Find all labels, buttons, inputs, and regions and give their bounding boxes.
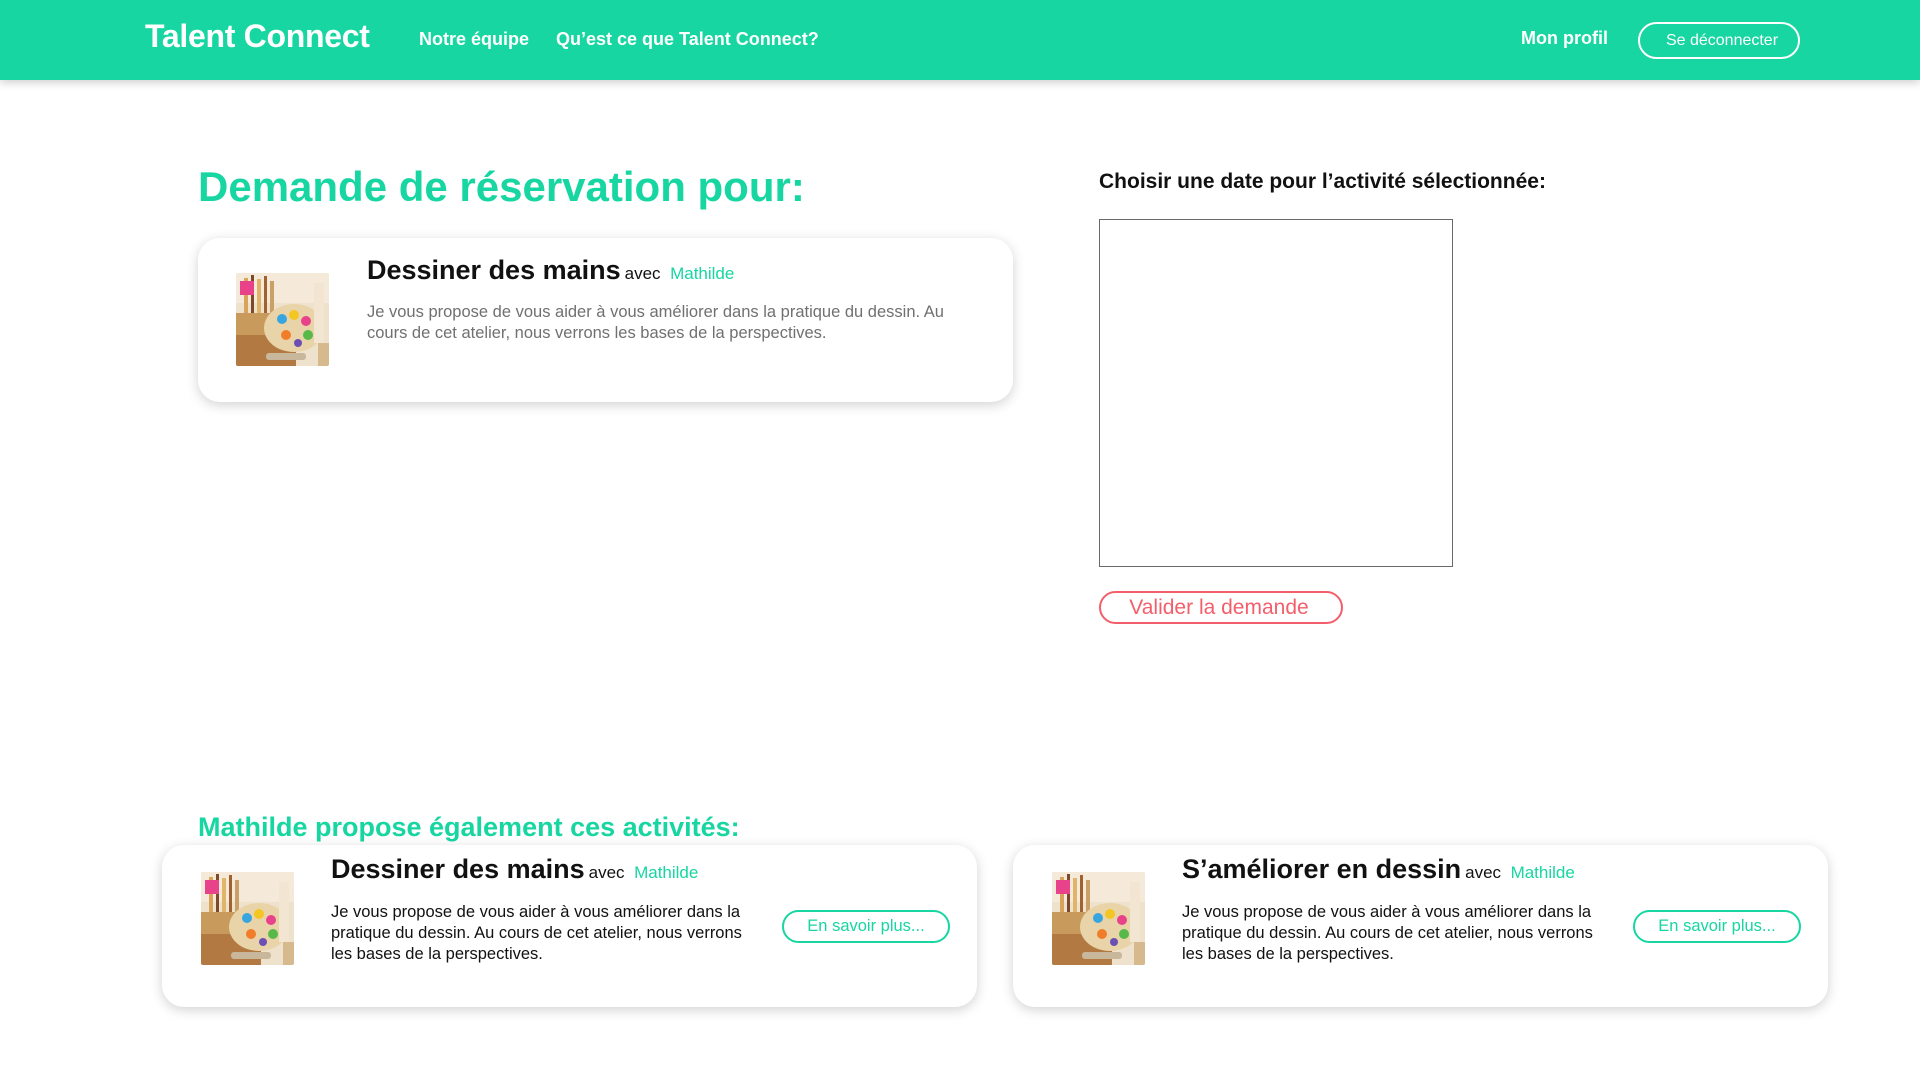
logout-button[interactable]: Se déconnecter [1638,22,1800,59]
date-picker-label: Choisir une date pour l’activité sélecti… [1099,170,1546,193]
activity-image [1052,872,1145,965]
other-activity-card: S’améliorer en dessin avec Mathilde Je vo… [1013,845,1828,1007]
nav-link-profile[interactable]: Mon profil [1521,28,1608,49]
activity-avec-label: avec [588,863,625,882]
activity-host-link[interactable]: Mathilde [1511,863,1575,882]
page-title: Demande de réservation pour: [198,163,805,210]
activity-image [201,872,294,965]
activity-description: Je vous propose de vous aider à vous amé… [331,903,742,963]
activity-host-link[interactable]: Mathilde [670,264,734,283]
activity-title: S’améliorer en dessin avec Mathilde [1182,854,1575,885]
other-activities-title: Mathilde propose également ces activités… [198,812,740,842]
selected-activity-card: Dessiner des mains avec Mathilde Je vous … [198,238,1013,402]
top-navbar: Talent Connect Notre équipe Qu’est ce qu… [0,0,1920,80]
activity-host-link[interactable]: Mathilde [634,863,698,882]
activity-description: Je vous propose de vous aider à vous amé… [1182,903,1593,963]
activity-title-text: Dessiner des mains [367,255,621,285]
learn-more-button[interactable]: En savoir plus... [1633,910,1801,943]
activity-title: Dessiner des mains avec Mathilde [331,854,698,885]
activity-avec-label: avec [1465,863,1502,882]
brand-logo[interactable]: Talent Connect [145,18,370,55]
other-activity-card: Dessiner des mains avec Mathilde Je vous … [162,845,977,1007]
activity-title: Dessiner des mains avec Mathilde [367,255,734,286]
activity-title-text: S’améliorer en dessin [1182,854,1462,884]
nav-link-team[interactable]: Notre équipe [419,29,529,50]
learn-more-button[interactable]: En savoir plus... [782,910,950,943]
nav-link-about[interactable]: Qu’est ce que Talent Connect? [556,29,819,50]
validate-request-button[interactable]: Valider la demande [1099,591,1343,624]
activity-image [236,273,329,366]
activity-avec-label: avec [624,264,661,283]
activity-title-text: Dessiner des mains [331,854,585,884]
activity-description: Je vous propose de vous aider à vous amé… [367,303,944,342]
date-picker-calendar[interactable] [1099,219,1453,567]
